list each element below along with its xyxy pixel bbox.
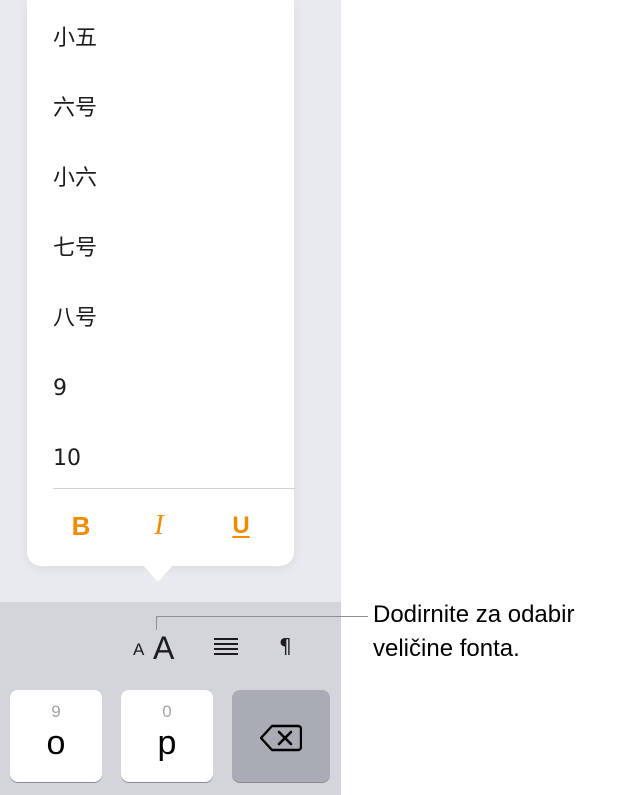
- font-size-option[interactable]: 9: [53, 374, 67, 404]
- paragraph-button[interactable]: ¶: [279, 634, 292, 658]
- delete-backward-icon: [260, 724, 302, 752]
- callout-line-1: Dodirnite za odabir: [373, 601, 575, 628]
- key-p[interactable]: 0 p: [121, 690, 213, 782]
- font-size-button[interactable]: A A: [131, 628, 183, 666]
- divider: [53, 488, 295, 489]
- key-hint: 0: [162, 702, 172, 721]
- callout-line-2: veličine fonta.: [373, 635, 520, 662]
- callout-leader-line: [156, 616, 368, 617]
- delete-key[interactable]: [232, 690, 330, 782]
- align-icon[interactable]: [214, 638, 238, 656]
- font-size-option[interactable]: 小五: [53, 24, 97, 54]
- font-size-small-a-icon: A: [133, 640, 145, 659]
- callout-leader-tick: [156, 616, 157, 630]
- font-size-big-a-icon: A: [153, 630, 175, 666]
- callout-text: Dodirnite za odabir veličine fonta.: [373, 598, 628, 666]
- key-hint: 9: [51, 702, 61, 721]
- bold-button[interactable]: B: [61, 508, 101, 544]
- key-char: p: [157, 724, 177, 762]
- font-size-option[interactable]: 六号: [53, 94, 97, 124]
- italic-button[interactable]: I: [139, 508, 179, 544]
- font-size-popover: 小五 六号 小六 七号 八号 9 10 B I U: [27, 0, 295, 566]
- font-size-option[interactable]: 小六: [53, 164, 97, 194]
- popover-arrow: [142, 564, 174, 582]
- key-char: o: [46, 724, 66, 762]
- key-o[interactable]: 9 o: [10, 690, 102, 782]
- font-size-option[interactable]: 七号: [53, 234, 97, 264]
- underline-button[interactable]: U: [221, 508, 261, 544]
- font-size-option[interactable]: 八号: [53, 304, 97, 334]
- font-size-option[interactable]: 10: [53, 444, 81, 474]
